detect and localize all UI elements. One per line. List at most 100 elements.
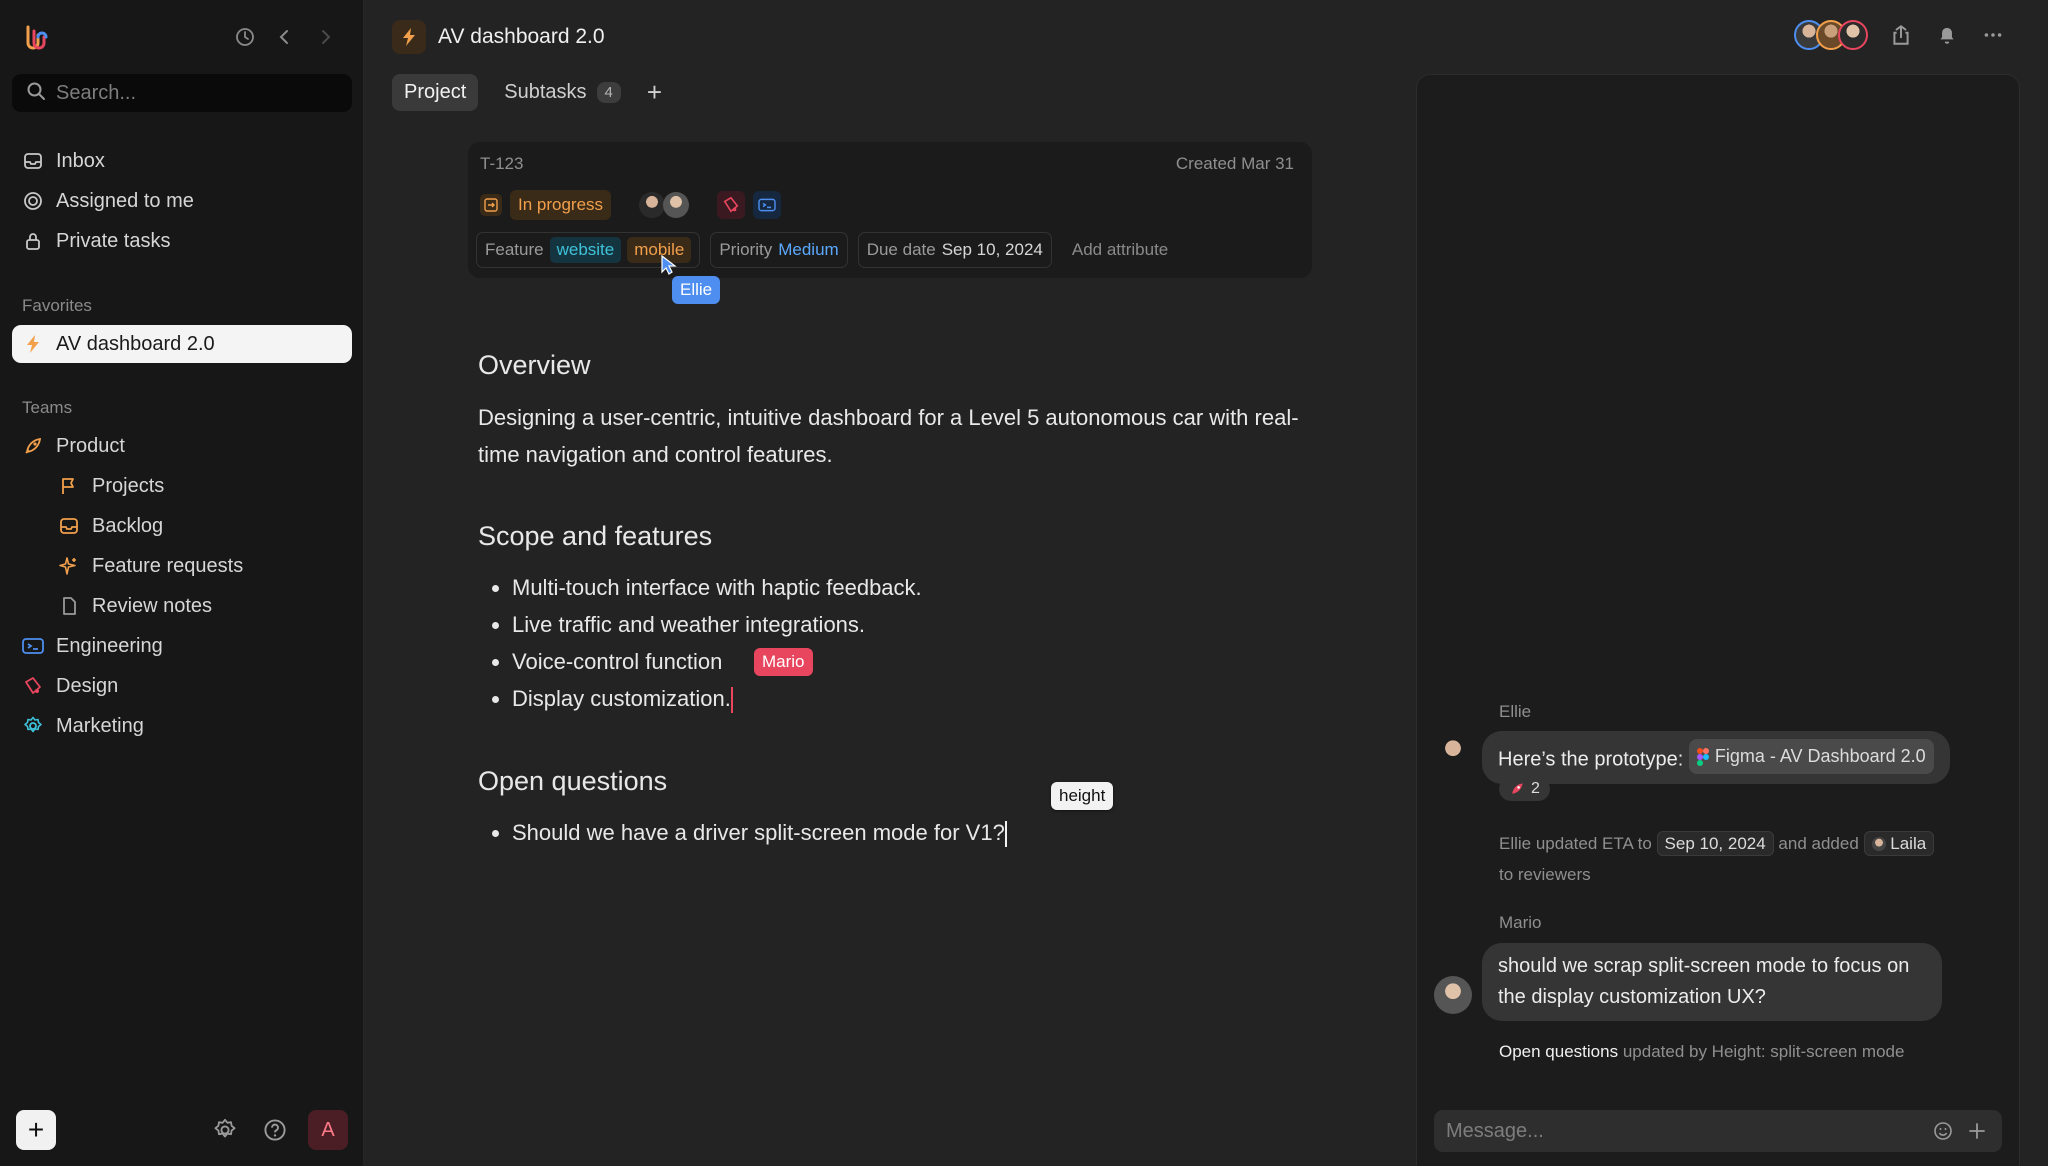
terminal-icon — [22, 635, 44, 657]
bolt-icon — [392, 20, 426, 54]
engineering-team-icon[interactable] — [753, 191, 782, 219]
figma-link-label: Figma - AV Dashboard 2.0 — [1714, 746, 1926, 766]
nav-label: Assigned to me — [56, 189, 194, 212]
tab-project[interactable]: Project — [392, 74, 479, 111]
share-icon[interactable] — [1888, 22, 1914, 48]
list-item[interactable]: Display customization. — [512, 680, 922, 717]
avatar — [1838, 20, 1868, 50]
attribute-label: Due date — [866, 240, 936, 259]
avatar[interactable] — [1434, 976, 1472, 1014]
doc-section-link[interactable]: Open questions — [1499, 1042, 1618, 1061]
figma-link[interactable]: Figma - AV Dashboard 2.0 — [1688, 739, 1934, 774]
assignee-avatar[interactable] — [663, 192, 690, 218]
message-sender: Mario — [1499, 913, 1542, 932]
team-product-feature-requests[interactable]: Feature requests — [12, 547, 352, 585]
create-button[interactable]: + — [16, 1110, 56, 1150]
team-design[interactable]: Design — [12, 667, 352, 705]
message-input[interactable] — [1446, 1119, 1922, 1143]
lock-icon — [22, 230, 44, 252]
gear-icon — [22, 715, 44, 737]
page-header: AV dashboard 2.0 — [392, 20, 605, 54]
list-item-text: Display customization. — [512, 686, 731, 711]
task-id: T-123 — [480, 154, 524, 173]
attribute-row: Feature website mobile Priority Medium D… — [476, 232, 1168, 268]
help-icon[interactable] — [262, 1117, 288, 1143]
document-icon — [58, 595, 80, 617]
history-nav — [232, 24, 338, 50]
add-tab-button[interactable]: + — [647, 77, 662, 108]
status-badge[interactable]: In progress — [510, 190, 612, 220]
list-item[interactable]: Multi-touch interface with haptic feedba… — [512, 569, 922, 606]
tab-subtasks[interactable]: Subtasks 4 — [492, 74, 633, 111]
bell-icon[interactable] — [1934, 22, 1960, 48]
team-label: Feature requests — [92, 554, 244, 577]
scope-list: Multi-touch interface with haptic feedba… — [478, 569, 922, 717]
overview-text[interactable]: Designing a user-centric, intuitive dash… — [478, 399, 1318, 473]
open-questions-heading[interactable]: Open questions — [478, 766, 667, 797]
activity-update: Ellie updated ETA to Sep 10, 2024 and ad… — [1499, 828, 1999, 890]
team-product-review-notes[interactable]: Review notes — [12, 587, 352, 625]
add-attribute-button[interactable]: Add attribute — [1062, 240, 1168, 260]
team-marketing[interactable]: Marketing — [12, 707, 352, 745]
team-product-backlog[interactable]: Backlog — [12, 507, 352, 545]
list-item-text: Should we have a driver split-screen mod… — [512, 820, 1005, 845]
message-bubble: should we scrap split-screen mode to foc… — [1482, 943, 1942, 1021]
attach-plus-icon[interactable] — [1964, 1118, 1990, 1144]
settings-gear-icon[interactable] — [212, 1117, 238, 1143]
nav-assigned-to-me[interactable]: Assigned to me — [12, 182, 352, 220]
list-item[interactable]: Live traffic and weather integrations. — [512, 606, 922, 643]
overview-heading[interactable]: Overview — [478, 350, 591, 381]
team-label: Review notes — [92, 594, 213, 617]
team-product-projects[interactable]: Projects — [12, 467, 352, 505]
search-input[interactable] — [56, 81, 336, 105]
search-box[interactable] — [12, 74, 352, 112]
design-team-icon[interactable] — [717, 191, 746, 219]
user-avatar[interactable]: A — [308, 1110, 348, 1150]
team-label: Design — [56, 674, 119, 697]
palette-icon — [22, 675, 44, 697]
team-label: Product — [56, 434, 125, 457]
attribute-label: Feature — [485, 240, 544, 259]
activity-text: to reviewers — [1499, 865, 1591, 884]
app-logo-icon[interactable] — [22, 23, 50, 51]
nav-inbox[interactable]: Inbox — [12, 142, 352, 180]
avatar[interactable] — [1434, 733, 1472, 771]
list-item[interactable]: Should we have a driver split-screen mod… — [512, 814, 1007, 851]
nav-private-tasks[interactable]: Private tasks — [12, 222, 352, 260]
forward-chevron-icon[interactable] — [312, 24, 338, 50]
rocket-icon — [22, 435, 44, 457]
inbox-icon — [22, 150, 44, 172]
header-actions — [1794, 20, 2006, 50]
message-text: should we scrap split-screen mode to foc… — [1498, 955, 1910, 1008]
flag-icon — [58, 475, 80, 497]
team-product[interactable]: Product — [12, 427, 352, 465]
page-title: AV dashboard 2.0 — [438, 25, 605, 48]
team-label: Projects — [92, 474, 165, 497]
collaborator-avatars[interactable] — [1794, 20, 1868, 50]
favorite-av-dashboard[interactable]: AV dashboard 2.0 — [12, 325, 352, 363]
history-clock-icon[interactable] — [232, 24, 258, 50]
favorites-heading: Favorites — [22, 296, 92, 315]
more-options-icon[interactable] — [1980, 22, 2006, 48]
emoji-icon[interactable] — [1930, 1118, 1956, 1144]
sidebar-footer: + A — [16, 1110, 348, 1150]
priority-attribute[interactable]: Priority Medium — [710, 232, 848, 268]
questions-list: Should we have a driver split-screen mod… — [478, 814, 1007, 851]
team-engineering[interactable]: Engineering — [12, 627, 352, 665]
rocket-icon — [1512, 783, 1523, 794]
reaction-badge[interactable]: 2 — [1499, 777, 1550, 801]
reviewer-pill[interactable]: Laila — [1863, 831, 1935, 856]
cursor-label-mario: Mario — [754, 648, 813, 676]
due-date-attribute[interactable]: Due date Sep 10, 2024 — [857, 232, 1052, 268]
subtasks-count-badge: 4 — [596, 82, 621, 103]
scope-heading[interactable]: Scope and features — [478, 521, 712, 552]
feature-tag-website[interactable]: website — [549, 237, 622, 263]
due-date-value: Sep 10, 2024 — [941, 240, 1043, 259]
message-composer[interactable] — [1434, 1110, 2002, 1152]
activity-text: updated by Height: split-screen mode — [1622, 1042, 1905, 1061]
list-item[interactable]: Voice-control function — [512, 643, 922, 680]
status-arrow-icon[interactable] — [480, 194, 502, 216]
assignee-avatar[interactable] — [639, 192, 666, 218]
message-text: Here’s the prototype: — [1498, 748, 1684, 771]
back-chevron-icon[interactable] — [272, 24, 298, 50]
